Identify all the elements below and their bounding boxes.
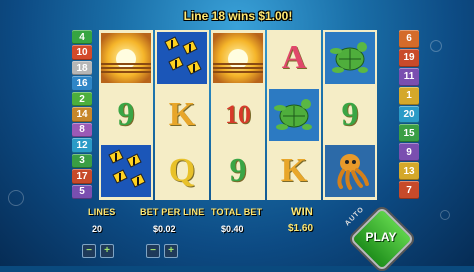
win-value: $1.60 [288,223,314,234]
card-symbol-label: 9 [117,95,135,133]
reel: 9 [323,30,377,200]
line-indicator: 15 [399,124,419,143]
card-symbol-label: K [168,95,196,133]
line-indicator: 4 [72,30,92,45]
reel: KQ [155,30,209,200]
play-button-label[interactable]: PLAY [356,230,406,244]
total-bet-label: TOTAL BET [211,207,263,217]
card-symbol-label: A [281,39,307,77]
card-symbol: A [267,30,321,87]
lines-value: 20 [92,224,103,234]
line-indicator: 6 [399,30,419,48]
line-indicator: 5 [72,184,92,199]
fish-symbol [99,143,153,200]
card-symbol-label: K [280,152,308,190]
reel: 9 [99,30,153,200]
card-symbol: K [267,143,321,200]
line-indicator: 1 [399,86,419,105]
line-indicator: 14 [72,107,92,122]
line-indicator: 11 [399,67,419,86]
bet-decrease-button[interactable]: − [146,244,160,258]
lines-decrease-button[interactable]: − [82,244,96,258]
card-symbol-label: Q [168,152,196,190]
card-symbol: 10 [211,87,265,144]
card-symbol: K [155,87,209,144]
line-indicator: 10 [72,45,92,60]
bet-per-line-value: $0.02 [153,224,176,234]
turtle-symbol [323,30,377,87]
card-symbol: 9 [211,143,265,200]
card-symbol-label: 10 [225,99,251,129]
bubble [440,210,450,220]
win-message: Line 18 wins $1.00! [183,9,293,23]
turtle-symbol [267,87,321,144]
line-indicator: 7 [399,181,419,199]
octopus-symbol [323,143,377,200]
lines-increase-button[interactable]: + [100,244,114,258]
line-indicator: 2 [72,91,92,107]
reel: AK [267,30,321,200]
line-indicator: 9 [399,143,419,162]
line-indicator: 12 [72,138,92,153]
card-symbol: 9 [99,87,153,144]
sunset-symbol [211,30,265,87]
line-indicator: 8 [72,122,92,138]
fish-symbol [155,30,209,87]
card-symbol-label: 9 [341,95,359,133]
bet-per-line-label: BET PER LINE [140,207,205,217]
card-symbol: 9 [323,87,377,144]
total-bet-value: $0.40 [221,224,244,234]
bet-increase-button[interactable]: + [164,244,178,258]
win-label: WIN [291,206,313,218]
line-indicator: 3 [72,153,92,169]
bubble [430,40,442,52]
card-symbol-label: 9 [229,152,247,190]
line-indicator: 19 [399,48,419,67]
reel: 10 9 [211,30,265,200]
card-symbol: Q [155,143,209,200]
line-indicator: 17 [72,169,92,184]
lines-label: LINES [88,207,116,217]
sunset-symbol [99,30,153,87]
line-indicator: 20 [399,105,419,124]
bubble [8,190,24,206]
line-indicator: 18 [72,60,92,76]
line-indicator: 13 [399,162,419,181]
line-indicator: 16 [72,76,92,91]
